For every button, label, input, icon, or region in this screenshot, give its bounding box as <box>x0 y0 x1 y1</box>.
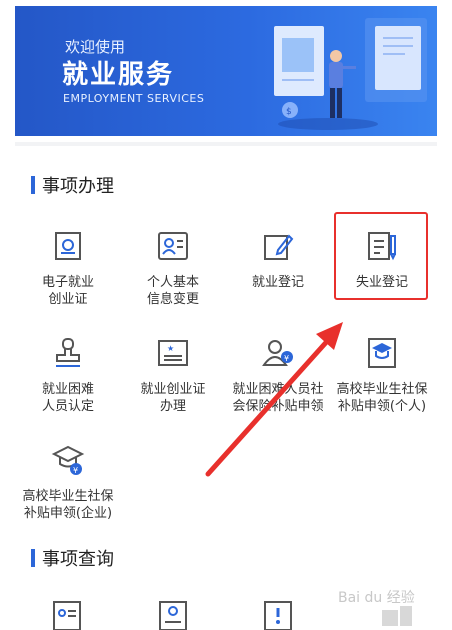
svg-text:★: ★ <box>167 344 174 353</box>
section-title-handle: 事项办理 <box>42 176 114 197</box>
service-label: 就业困难人员社 会保险补贴申领 <box>232 382 324 414</box>
banner-title: 就业服务 <box>62 60 175 90</box>
service-label: 个人基本 信息变更 <box>146 275 199 307</box>
service-employment-difficulty-recognition[interactable]: 就业困难 人员认定 <box>14 335 122 415</box>
query-user-card-icon[interactable] <box>52 600 82 630</box>
service-difficulty-social-insurance-subsidy[interactable]: ¥ 就业困难人员社 会保险补贴申领 <box>224 335 332 415</box>
service-label: 就业创业证 办理 <box>140 382 206 414</box>
service-label: 电子就业 创业证 <box>41 275 94 307</box>
service-graduate-social-subsidy-enterprise[interactable]: ¥ 高校毕业生社保 补贴申领(企业) <box>14 442 122 522</box>
edit-icon <box>264 234 294 260</box>
service-graduate-social-subsidy-individual[interactable]: 高校毕业生社保 补贴申领(个人) <box>328 335 436 415</box>
service-label: 就业困难 人员认定 <box>41 382 94 414</box>
section-header-query: 事项查询 <box>31 545 114 571</box>
section-header-handle: 事项办理 <box>31 172 114 198</box>
stamp-icon <box>56 338 80 367</box>
id-card-icon <box>55 232 81 260</box>
user-yen-icon: ¥ <box>262 340 293 366</box>
service-personal-info-change[interactable]: 个人基本 信息变更 <box>119 228 227 308</box>
service-electronic-employment-card[interactable]: 电子就业 创业证 <box>14 228 122 308</box>
watermark-text: Bai du 经验 <box>338 590 415 606</box>
service-label: 高校毕业生社保 补贴申领(个人) <box>336 382 428 414</box>
graduation-book-icon <box>368 338 396 368</box>
section-accent-bar <box>31 549 35 567</box>
graduation-yen-icon: ¥ <box>51 445 85 475</box>
svg-text:$: $ <box>286 107 292 117</box>
query-alert-doc-icon[interactable] <box>263 600 293 630</box>
svg-text:¥: ¥ <box>284 354 289 363</box>
service-label: 就业登记 <box>251 275 304 290</box>
user-card-icon <box>158 232 188 260</box>
highlight-box <box>334 212 428 300</box>
baidu-jingyan-watermark-icon: Bai du 经验 <box>338 590 415 626</box>
service-employment-certificate[interactable]: ★ 就业创业证 办理 <box>119 335 227 415</box>
section-accent-bar <box>31 176 35 194</box>
service-employment-registration[interactable]: 就业登记 <box>224 228 332 291</box>
section-title-query: 事项查询 <box>42 549 114 570</box>
employment-services-banner: 欢迎使用 就业服务 EMPLOYMENT SERVICES $ <box>15 6 437 136</box>
query-profile-icon[interactable] <box>158 600 188 630</box>
svg-text:¥: ¥ <box>73 466 78 475</box>
banner-subtitle: EMPLOYMENT SERVICES <box>63 92 205 105</box>
certificate-icon: ★ <box>158 340 188 366</box>
banner-illustration-icon: $ <box>274 18 427 130</box>
service-label: 高校毕业生社保 补贴申领(企业) <box>22 489 114 521</box>
section-divider <box>15 142 437 146</box>
